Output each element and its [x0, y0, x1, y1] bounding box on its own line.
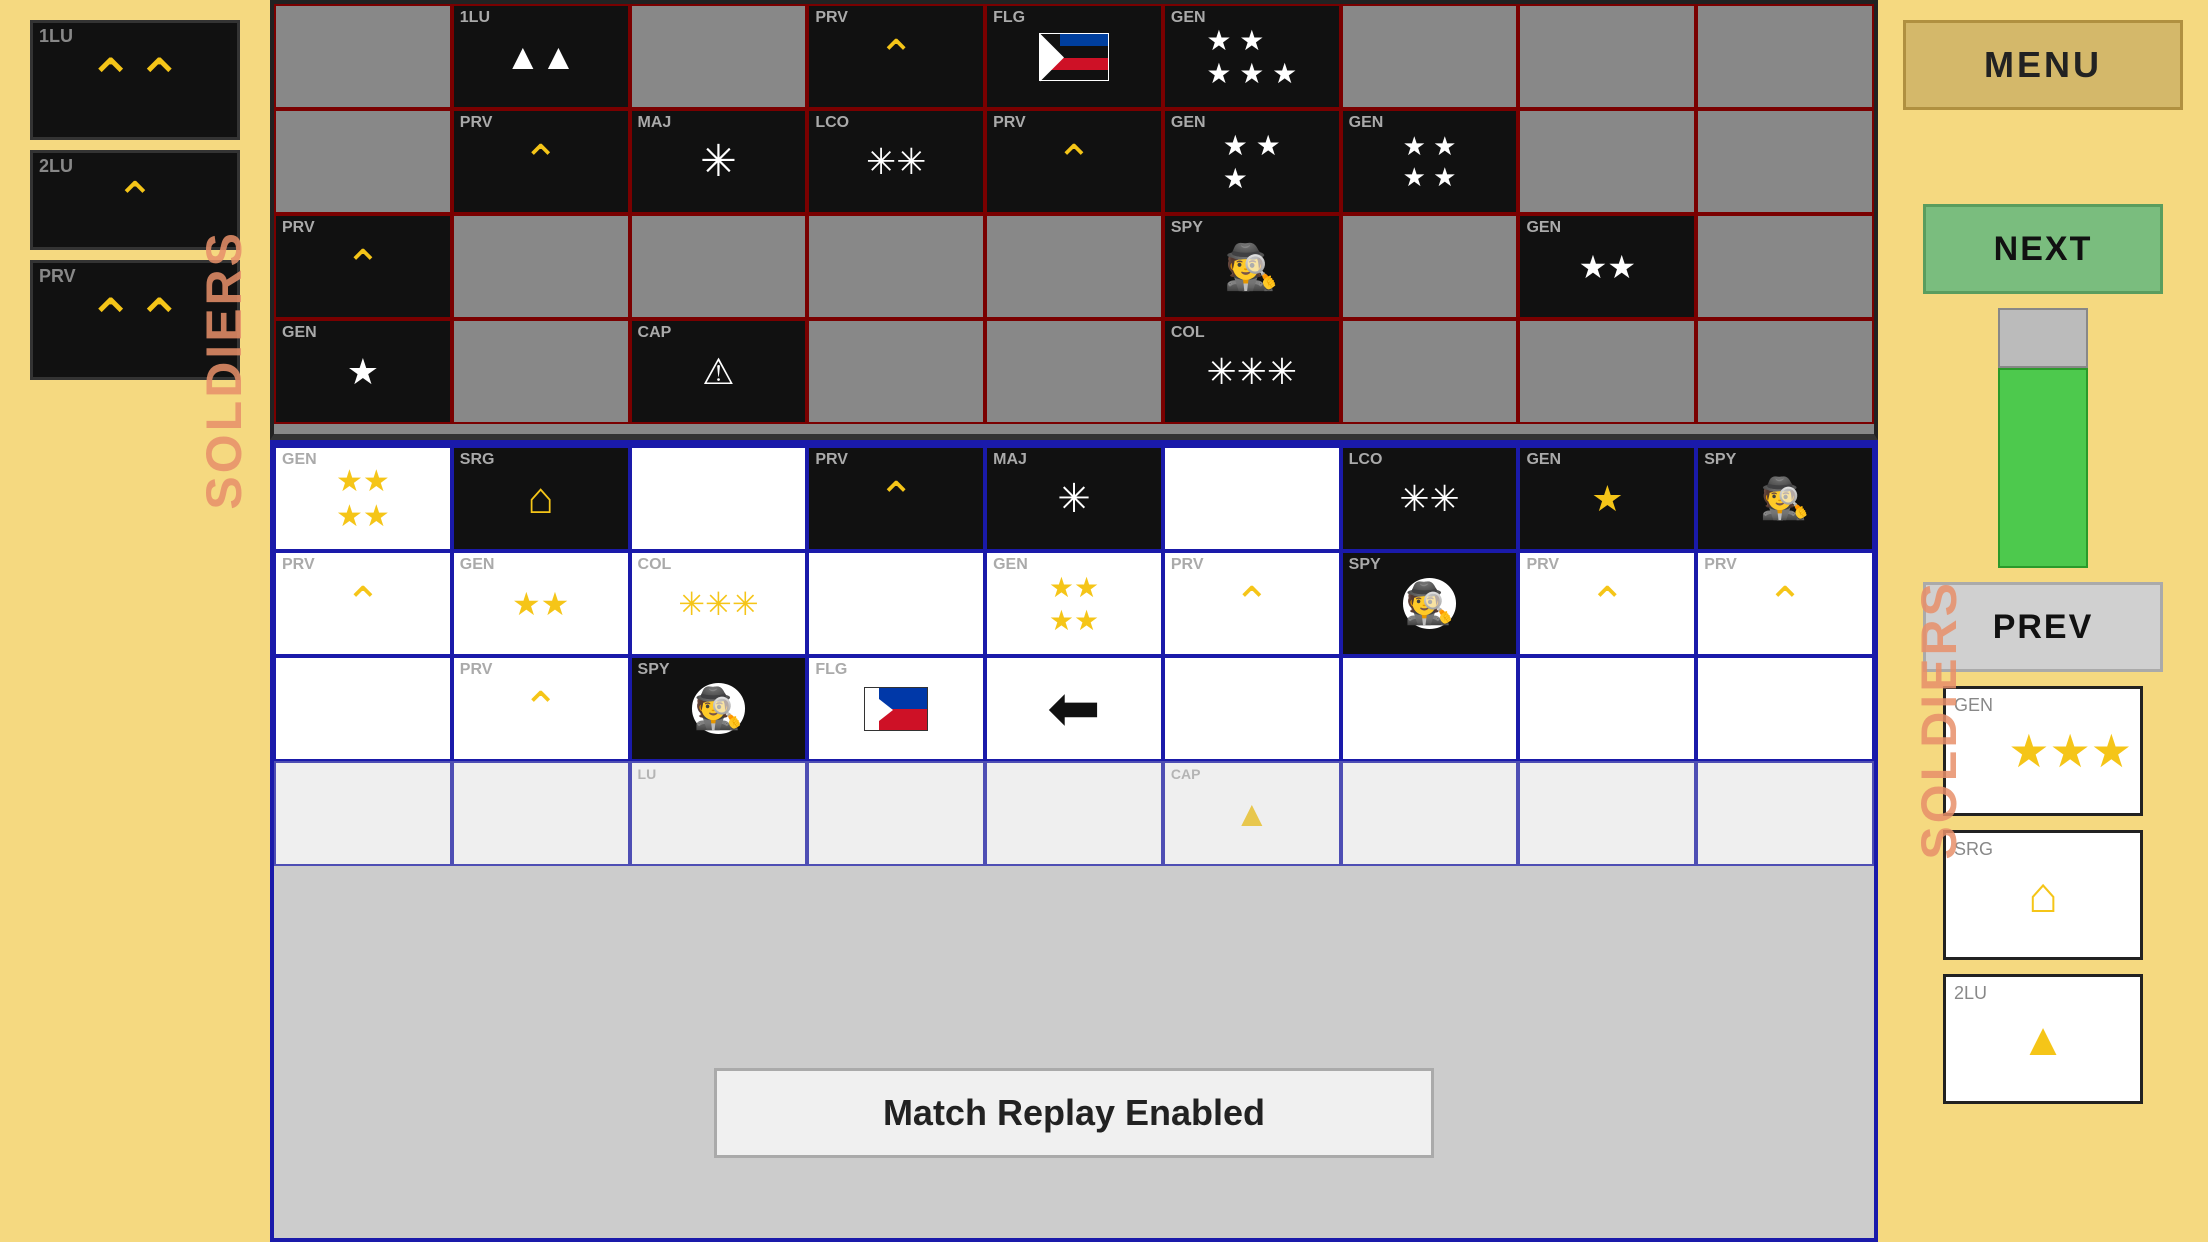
cell-b4c9[interactable] [1696, 761, 1874, 866]
soldiers-label-right: SOLDIERS [1910, 580, 1968, 860]
slider-handle[interactable] [1998, 308, 2088, 368]
cell-r4c7[interactable] [1341, 319, 1519, 424]
cell-b2c9[interactable]: PRV ⌃ [1696, 551, 1874, 656]
cell-r4c4[interactable] [807, 319, 985, 424]
cell-r4c5[interactable] [985, 319, 1163, 424]
cell-r1c9[interactable] [1696, 4, 1874, 109]
menu-button[interactable]: MENU [1903, 20, 2183, 110]
cell-r1c4[interactable]: PRV ⌃ [807, 4, 985, 109]
cell-r2c5[interactable]: PRV ⌃ [985, 109, 1163, 214]
cell-b1c8[interactable]: GEN ★ [1518, 446, 1696, 551]
cell-b2c7[interactable]: SPY 🕵 [1341, 551, 1519, 656]
cell-r3c2[interactable] [452, 214, 630, 319]
cell-r3c7[interactable] [1341, 214, 1519, 319]
cell-r4c2[interactable] [452, 319, 630, 424]
cell-r3c9[interactable] [1696, 214, 1874, 319]
cell-r3c8[interactable]: GEN ★★ [1518, 214, 1696, 319]
cell-b4c4[interactable] [807, 761, 985, 866]
cell-r4c1[interactable]: GEN ★ [274, 319, 452, 424]
cell-r1c8[interactable] [1518, 4, 1696, 109]
main-board: 1LU ▲▲ PRV ⌃ FLG [270, 0, 1878, 1242]
cell-b1c5[interactable]: MAJ ✳ [985, 446, 1163, 551]
right-sidebar: MENU NEXT PREV GEN ★★★ SRG ⌂ 2LU ▲ SOLDI… [1878, 0, 2208, 1242]
cell-r3c6[interactable]: SPY 🕵 [1163, 214, 1341, 319]
cell-b3c5[interactable]: ⬅ [985, 656, 1163, 761]
cell-b3c4[interactable]: FLG [807, 656, 985, 761]
cell-r2c8[interactable] [1518, 109, 1696, 214]
cell-r2c2[interactable]: PRV ⌃ [452, 109, 630, 214]
cell-b4c3[interactable]: LU [630, 761, 808, 866]
cell-b1c7[interactable]: LCO ✳✳ [1341, 446, 1519, 551]
cell-r3c4[interactable] [807, 214, 985, 319]
cell-r2c6[interactable]: GEN ★ ★★ [1163, 109, 1341, 214]
cell-b4c5[interactable] [985, 761, 1163, 866]
cell-r2c4[interactable]: LCO ✳✳ [807, 109, 985, 214]
cell-b4c2[interactable] [452, 761, 630, 866]
cell-r1c6[interactable]: GEN ★ ★★ ★ ★ [1163, 4, 1341, 109]
cell-b3c3[interactable]: SPY 🕵 [630, 656, 808, 761]
next-button[interactable]: NEXT [1923, 204, 2163, 294]
cell-b3c2[interactable]: PRV ⌃ [452, 656, 630, 761]
cell-b3c6[interactable] [1163, 656, 1341, 761]
cell-r4c6[interactable]: COL ✳✳✳ [1163, 319, 1341, 424]
cell-b2c1[interactable]: PRV ⌃ [274, 551, 452, 656]
bottom-zone: GEN ★★★★ SRG ⌂ PRV ⌃ MAJ ✳ LCO ✳✳ GE [270, 440, 1878, 1242]
cell-r2c1[interactable] [274, 109, 452, 214]
left-sidebar: 1LU ⌃⌃ 2LU ⌃ PRV ⌃⌃ SOLDIERS [0, 0, 270, 1242]
mini-card-srg: SRG ⌂ [1943, 830, 2143, 960]
cell-b3c8[interactable] [1518, 656, 1696, 761]
cell-r3c5[interactable] [985, 214, 1163, 319]
cell-r4c8[interactable] [1518, 319, 1696, 424]
mini-card-gen: GEN ★★★ [1943, 686, 2143, 816]
cell-b2c8[interactable]: PRV ⌃ [1518, 551, 1696, 656]
notification-banner: Match Replay Enabled [714, 1068, 1434, 1158]
cell-b2c4[interactable] [807, 551, 985, 656]
mini-card-2lu: 2LU ▲ [1943, 974, 2143, 1104]
cell-b1c6[interactable] [1163, 446, 1341, 551]
cell-r3c1[interactable]: PRV ⌃ [274, 214, 452, 319]
cell-r2c3[interactable]: MAJ ✳ [630, 109, 808, 214]
cell-r4c9[interactable] [1696, 319, 1874, 424]
cell-b4c1[interactable] [274, 761, 452, 866]
prv-1lu-button[interactable]: 1LU ⌃⌃ [30, 20, 240, 140]
cell-r1c7[interactable] [1341, 4, 1519, 109]
cell-b1c2[interactable]: SRG ⌂ [452, 446, 630, 551]
cell-r1c5[interactable]: FLG [985, 4, 1163, 109]
cell-r1c2[interactable]: 1LU ▲▲ [452, 4, 630, 109]
cell-r1c3[interactable] [630, 4, 808, 109]
cell-b2c5[interactable]: GEN ★★★★ [985, 551, 1163, 656]
cell-b1c1[interactable]: GEN ★★★★ [274, 446, 452, 551]
cell-b4c7[interactable] [1341, 761, 1519, 866]
cell-b3c7[interactable] [1341, 656, 1519, 761]
cell-r2c9[interactable] [1696, 109, 1874, 214]
cell-b1c4[interactable]: PRV ⌃ [807, 446, 985, 551]
top-zone: 1LU ▲▲ PRV ⌃ FLG [270, 0, 1878, 440]
cell-b2c2[interactable]: GEN ★★ [452, 551, 630, 656]
slider[interactable] [1998, 308, 2088, 568]
cell-b3c9[interactable] [1696, 656, 1874, 761]
cell-r4c3[interactable]: CAP ⚠ [630, 319, 808, 424]
cell-b1c9[interactable]: SPY 🕵 [1696, 446, 1874, 551]
soldiers-label-left: SOLDIERS [195, 230, 253, 510]
cell-b4c8[interactable] [1518, 761, 1696, 866]
cell-b2c6[interactable]: PRV ⌃ [1163, 551, 1341, 656]
cell-b1c3[interactable] [630, 446, 808, 551]
cell-b4c6[interactable]: CAP ▲ [1163, 761, 1341, 866]
cell-b3c1[interactable] [274, 656, 452, 761]
cell-r1c1[interactable] [274, 4, 452, 109]
slider-track [1998, 368, 2088, 568]
cell-b2c3[interactable]: COL ✳✳✳ [630, 551, 808, 656]
cell-r2c7[interactable]: GEN ★ ★★ ★ [1341, 109, 1519, 214]
cell-r3c3[interactable] [630, 214, 808, 319]
